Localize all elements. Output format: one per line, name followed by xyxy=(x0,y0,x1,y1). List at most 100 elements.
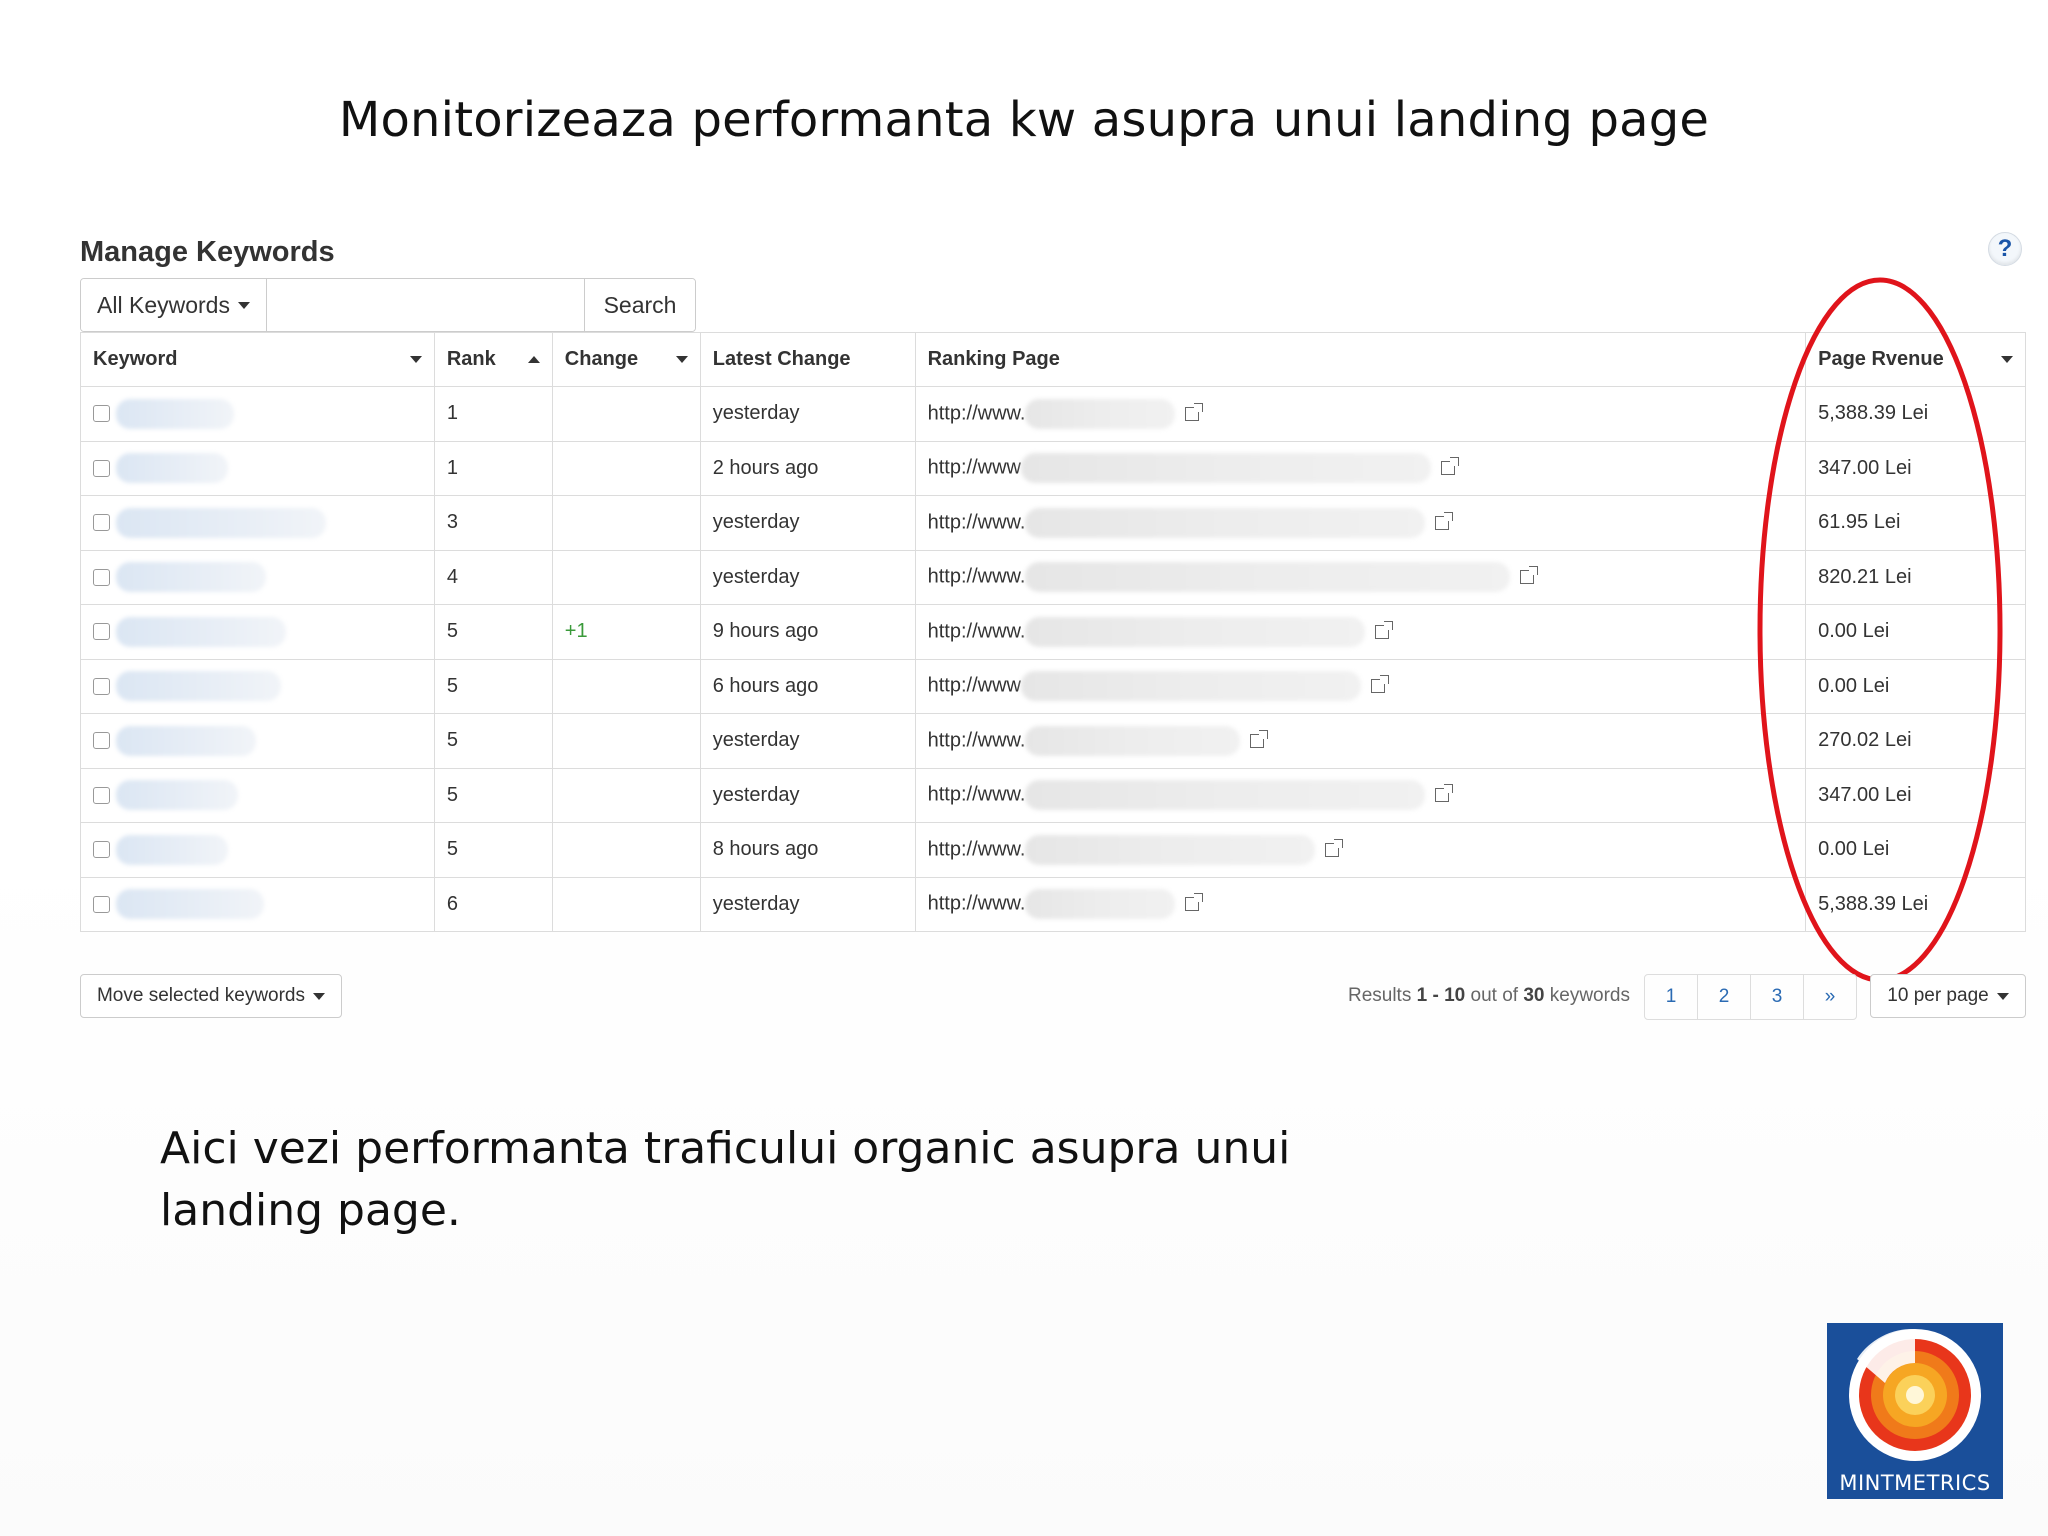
external-link-icon[interactable] xyxy=(1370,675,1389,694)
url-blurred xyxy=(1025,889,1176,920)
external-link-icon[interactable] xyxy=(1250,729,1269,748)
page-2-button[interactable]: 2 xyxy=(1698,975,1751,1019)
ranking-page-cell: http://www. xyxy=(914,767,1807,823)
latest-change-cell: yesterday xyxy=(699,713,916,769)
table-row[interactable]: 6 yesterday http://www. 5,388.39 Lei xyxy=(80,876,2026,932)
keyword-blurred xyxy=(116,616,286,647)
url-blurred xyxy=(1020,671,1361,702)
checkbox-icon[interactable] xyxy=(93,841,110,859)
ranking-page-url[interactable]: http://www. xyxy=(928,893,1026,915)
page-3-button[interactable]: 3 xyxy=(1751,975,1804,1019)
rank-cell: 3 xyxy=(433,495,553,551)
table-row[interactable]: 5 yesterday http://www. 347.00 Lei xyxy=(80,767,2026,823)
filter-dropdown[interactable]: All Keywords xyxy=(81,279,267,331)
change-cell xyxy=(551,767,701,823)
url-blurred xyxy=(1025,780,1426,811)
col-rank[interactable]: Rank xyxy=(433,332,553,387)
url-blurred xyxy=(1025,834,1316,865)
checkbox-icon[interactable] xyxy=(93,405,110,423)
table-row[interactable]: 4 yesterday http://www. 820.21 Lei xyxy=(80,549,2026,605)
keyword-cell xyxy=(80,386,435,442)
table-row[interactable]: 5 yesterday http://www. 270.02 Lei xyxy=(80,713,2026,769)
page-1-button[interactable]: 1 xyxy=(1645,975,1698,1019)
logo-text: MINTMETRICS xyxy=(1839,1471,1991,1495)
external-link-icon[interactable] xyxy=(1375,620,1394,639)
external-link-icon[interactable] xyxy=(1185,402,1204,421)
keyword-cell xyxy=(80,713,435,769)
ranking-page-url[interactable]: http://www. xyxy=(928,566,1026,588)
keyword-cell xyxy=(80,876,435,932)
url-blurred xyxy=(1025,616,1366,647)
ranking-page-url[interactable]: http://www. xyxy=(928,729,1026,751)
ranking-page-url[interactable]: http://www. xyxy=(928,838,1026,860)
table-row[interactable]: 5 +1 9 hours ago http://www. 0.00 Lei xyxy=(80,604,2026,660)
mintmetrics-logo: MINTMETRICS xyxy=(1827,1323,2003,1499)
annotation-ellipse xyxy=(1757,277,2003,983)
latest-change-cell: 2 hours ago xyxy=(699,440,916,496)
external-link-icon[interactable] xyxy=(1185,893,1204,912)
change-cell xyxy=(551,658,701,714)
keyword-cell xyxy=(80,767,435,823)
latest-change-cell: 6 hours ago xyxy=(699,658,916,714)
col-ranking-page: Ranking Page xyxy=(914,332,1807,387)
external-link-icon[interactable] xyxy=(1325,838,1344,857)
ranking-page-url[interactable]: http://www. xyxy=(928,620,1026,642)
ranking-page-url[interactable]: http://www. xyxy=(928,402,1026,424)
slide-title: Monitorizeaza performanta kw asupra unui… xyxy=(338,92,1710,148)
checkbox-icon[interactable] xyxy=(93,514,110,532)
table-row[interactable]: 12 hours ago http://www 347.00 Lei xyxy=(80,440,2026,496)
keywords-table: Keyword Rank Change Latest Change Rankin… xyxy=(80,332,2026,932)
url-blurred xyxy=(1025,562,1511,593)
change-cell xyxy=(551,876,701,932)
checkbox-icon[interactable] xyxy=(93,895,110,913)
search-input[interactable] xyxy=(267,279,585,331)
col-change[interactable]: Change xyxy=(551,332,701,387)
table-row[interactable]: 3 yesterday http://www. 61.95 Lei xyxy=(80,495,2026,551)
col-keyword[interactable]: Keyword xyxy=(80,332,435,387)
ranking-page-url[interactable]: http://www. xyxy=(928,784,1026,806)
ranking-page-url[interactable]: http://www xyxy=(928,675,1021,697)
per-page-dropdown[interactable]: 10 per page xyxy=(1870,974,2026,1018)
table-row[interactable]: 1 yesterday http://www. 5,388.39 Lei xyxy=(80,386,2026,442)
url-blurred xyxy=(1020,453,1431,484)
change-cell xyxy=(551,440,701,496)
change-cell xyxy=(551,822,701,878)
keyword-blurred xyxy=(116,889,264,920)
table-row[interactable]: 56 hours ago http://www 0.00 Lei xyxy=(80,658,2026,714)
ranking-page-cell: http://www. xyxy=(914,604,1807,660)
ranking-page-url[interactable]: http://www. xyxy=(928,511,1026,533)
checkbox-icon[interactable] xyxy=(93,568,110,586)
filter-label: All Keywords xyxy=(97,291,230,318)
external-link-icon[interactable] xyxy=(1440,457,1459,476)
help-icon[interactable]: ? xyxy=(1988,232,2022,266)
latest-change-cell: yesterday xyxy=(699,495,916,551)
latest-change-cell: yesterday xyxy=(699,767,916,823)
change-cell xyxy=(551,495,701,551)
ranking-page-url[interactable]: http://www xyxy=(928,457,1021,479)
external-link-icon[interactable] xyxy=(1435,511,1454,530)
change-cell xyxy=(551,549,701,605)
keyword-blurred xyxy=(116,834,228,865)
keyword-blurred xyxy=(116,507,326,538)
checkbox-icon[interactable] xyxy=(93,459,110,477)
table-row[interactable]: 58 hours ago http://www. 0.00 Lei xyxy=(80,822,2026,878)
caret-down-icon xyxy=(1996,992,2009,1000)
checkbox-icon[interactable] xyxy=(93,677,110,695)
pagination: 1 2 3 » xyxy=(1644,974,1857,1020)
checkbox-icon[interactable] xyxy=(93,623,110,641)
external-link-icon[interactable] xyxy=(1520,566,1539,585)
keyword-blurred xyxy=(116,671,281,702)
latest-change-cell: 8 hours ago xyxy=(699,822,916,878)
keyword-cell xyxy=(80,822,435,878)
keyword-blurred xyxy=(116,725,256,756)
rank-cell: 1 xyxy=(433,386,553,442)
move-keywords-button[interactable]: Move selected keywords xyxy=(80,974,342,1018)
next-page-button[interactable]: » xyxy=(1804,975,1856,1019)
keyword-cell xyxy=(80,604,435,660)
external-link-icon[interactable] xyxy=(1435,784,1454,803)
checkbox-icon[interactable] xyxy=(93,786,110,804)
url-blurred xyxy=(1025,398,1176,429)
checkbox-icon[interactable] xyxy=(93,732,110,750)
search-button[interactable]: Search xyxy=(585,279,695,331)
keyword-cell xyxy=(80,549,435,605)
